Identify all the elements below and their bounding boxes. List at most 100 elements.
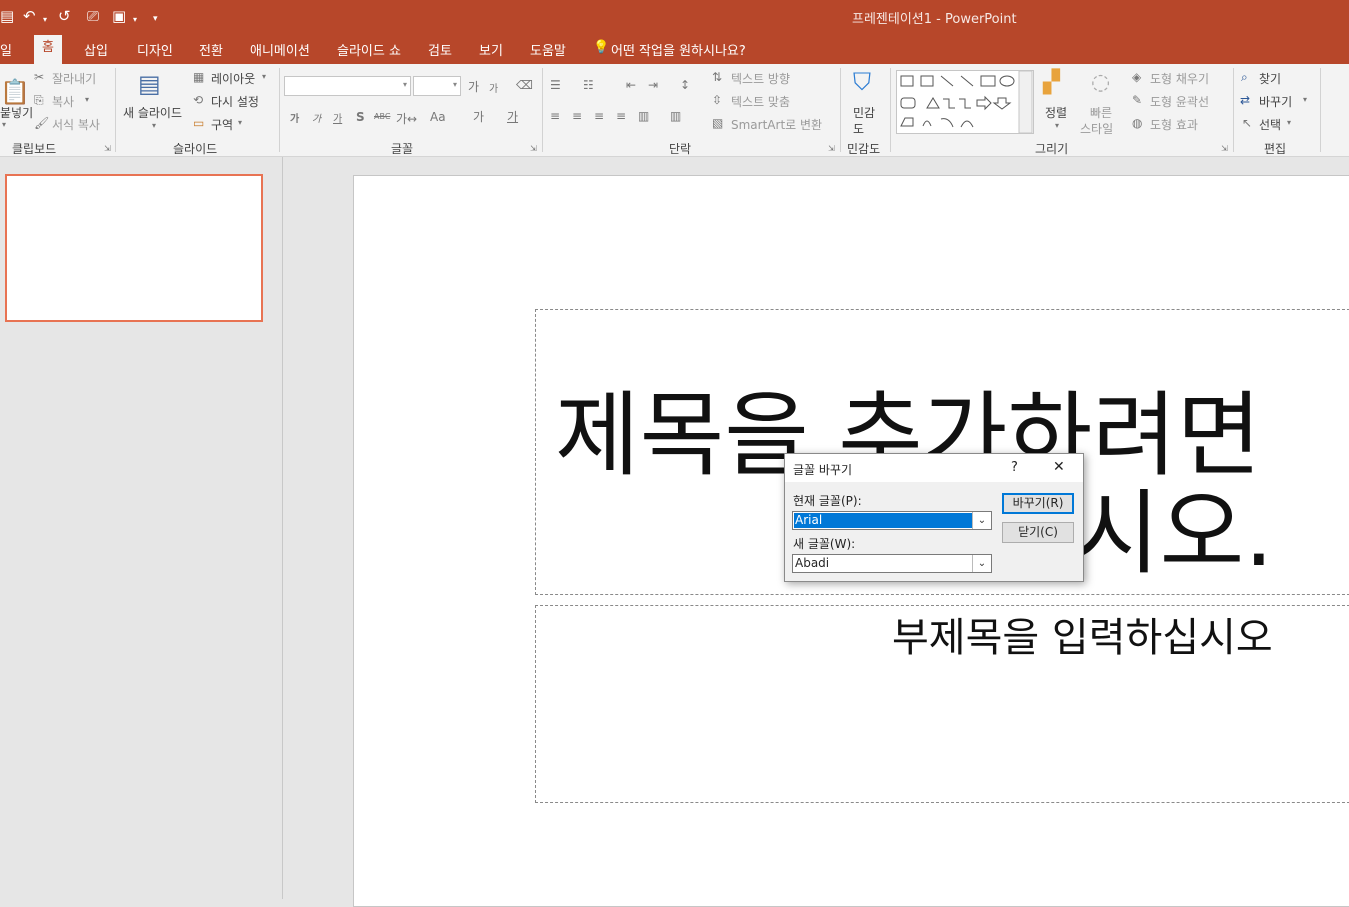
strikethrough-icon[interactable]: ABC — [374, 112, 390, 121]
select-dropdown-icon[interactable]: ▾ — [1287, 118, 1291, 127]
editing-group-label: 편집 — [1264, 142, 1287, 156]
chevron-down-icon[interactable]: ⌄ — [972, 555, 991, 572]
shrink-font-icon[interactable]: 가 — [489, 80, 498, 95]
shapes-gallery[interactable] — [896, 70, 1034, 134]
chevron-down-icon: ▾ — [452, 80, 457, 89]
italic-icon[interactable]: 가 — [312, 110, 321, 125]
sensitivity-label-2[interactable]: 도 — [853, 120, 864, 137]
align-right-icon[interactable]: ≡ — [594, 109, 604, 123]
drawing-launcher-icon[interactable]: ⇲ — [1221, 144, 1228, 153]
arrange-dropdown-icon[interactable]: ▾ — [1055, 121, 1059, 130]
align-center-icon[interactable]: ≡ — [572, 109, 582, 123]
help-icon[interactable]: ? — [1011, 460, 1018, 475]
new-slide-icon[interactable]: ▤ — [138, 70, 161, 98]
undo-icon[interactable]: ↶ — [23, 8, 36, 24]
font-color-icon[interactable]: 가 — [507, 108, 518, 125]
close-button[interactable]: 닫기(C) — [1002, 522, 1074, 543]
highlight-icon[interactable]: 가 — [473, 108, 484, 125]
char-spacing-icon[interactable]: 가↔ — [396, 110, 417, 127]
increase-indent-icon[interactable]: ⇥ — [648, 78, 658, 92]
tab-slideshow[interactable]: 슬라이드 쇼 — [337, 40, 401, 59]
grow-font-icon[interactable]: 가 — [468, 78, 479, 95]
replace-button[interactable]: 바꾸기(R) — [1002, 493, 1074, 514]
justify-icon[interactable]: ≡ — [616, 109, 626, 123]
new-slide-button[interactable]: 새 슬라이드 — [123, 104, 182, 121]
close-icon[interactable]: ✕ — [1053, 459, 1065, 475]
paste-button[interactable]: 붙넣기 — [0, 104, 33, 121]
paragraph-group-label: 단락 — [669, 142, 692, 156]
customize-qat-icon[interactable]: ▾ — [153, 11, 158, 27]
distributed-icon[interactable]: ▥ — [638, 109, 649, 123]
layout-dropdown-icon[interactable]: ▾ — [133, 12, 137, 28]
cut-button[interactable]: 잘라내기 — [52, 70, 96, 87]
change-case-icon[interactable]: Aa — [430, 110, 446, 124]
font-group-label: 글꼴 — [391, 142, 414, 156]
reset-button[interactable]: 다시 설정 — [211, 93, 259, 110]
tab-insert[interactable]: 삽입 — [84, 40, 108, 59]
layout-button[interactable]: 레이아웃 — [211, 70, 255, 87]
tab-home[interactable]: 홈 — [34, 35, 62, 64]
present-icon[interactable]: ⎚ — [87, 8, 99, 24]
columns-icon[interactable]: ▥ — [670, 109, 681, 123]
undo-dropdown-icon[interactable]: ▾ — [43, 12, 47, 28]
current-font-value: Arial — [794, 513, 973, 528]
replace-button[interactable]: 바꾸기 — [1259, 93, 1292, 110]
quick-styles-label-1[interactable]: 빠른 — [1090, 104, 1112, 121]
bold-icon[interactable]: 가 — [290, 110, 299, 125]
tab-design[interactable]: 디자인 — [137, 40, 173, 59]
copy-button[interactable]: 복사 — [52, 93, 74, 110]
layout-icon[interactable]: ▣ — [112, 8, 126, 24]
shape-fill-button[interactable]: 도형 채우기 — [1150, 70, 1209, 87]
shadow-icon[interactable]: S — [356, 110, 365, 124]
arrange-icon[interactable]: ▞ — [1043, 70, 1060, 95]
clear-format-icon[interactable]: ⌫ — [516, 78, 533, 92]
paste-dropdown-icon[interactable]: ▾ — [2, 120, 6, 129]
tab-animations[interactable]: 애니메이션 — [250, 40, 310, 59]
new-font-select[interactable]: Abadi ⌄ — [792, 554, 992, 573]
shape-effects-button[interactable]: 도형 효과 — [1150, 116, 1198, 133]
tab-view[interactable]: 보기 — [479, 40, 503, 59]
select-button[interactable]: 선택 — [1259, 116, 1281, 133]
font-launcher-icon[interactable]: ⇲ — [530, 144, 537, 153]
numbering-icon[interactable]: ☷ — [583, 78, 594, 92]
align-text-button[interactable]: 텍스트 맞춤 — [731, 93, 790, 110]
quick-styles-icon[interactable]: ◌ — [1091, 70, 1110, 95]
underline-icon[interactable]: 가 — [333, 110, 342, 125]
tab-help[interactable]: 도움말 — [530, 40, 566, 59]
tab-file[interactable]: 일 — [0, 40, 12, 59]
sensitivity-icon[interactable]: ⛉ — [853, 68, 871, 96]
text-direction-button[interactable]: 텍스트 방향 — [731, 70, 790, 87]
line-spacing-icon[interactable]: ↕ — [680, 78, 690, 92]
clipboard-launcher-icon[interactable]: ⇲ — [104, 144, 111, 153]
align-left-icon[interactable]: ≡ — [550, 109, 560, 123]
decrease-indent-icon[interactable]: ⇤ — [626, 78, 636, 92]
slide-thumbnail[interactable] — [5, 174, 263, 322]
shape-outline-button[interactable]: 도형 윤곽선 — [1150, 93, 1209, 110]
chevron-down-icon[interactable]: ⌄ — [972, 512, 991, 529]
current-font-select[interactable]: Arial ⌄ — [792, 511, 992, 530]
smartart-button[interactable]: SmartArt로 변환 — [731, 116, 822, 133]
new-slide-dropdown-icon[interactable]: ▾ — [152, 121, 156, 130]
font-size-combo[interactable]: ▾ — [413, 76, 461, 96]
section-button[interactable]: 구역 — [211, 116, 233, 133]
format-painter-button[interactable]: 서식 복사 — [52, 116, 100, 133]
tell-me-box[interactable]: 어떤 작업을 원하시나요? — [611, 40, 746, 59]
copy-dropdown-icon[interactable]: ▾ — [85, 95, 89, 104]
save-icon[interactable]: ▤ — [0, 8, 14, 24]
tab-transitions[interactable]: 전환 — [199, 40, 223, 59]
paste-icon[interactable]: 📋 — [0, 78, 30, 106]
replace-dropdown-icon[interactable]: ▾ — [1303, 95, 1307, 104]
arrange-button[interactable]: 정렬 — [1045, 104, 1067, 121]
layout-dropdown-icon[interactable]: ▾ — [262, 72, 266, 81]
current-font-label: 현재 글꼴(P): — [793, 494, 862, 508]
section-dropdown-icon[interactable]: ▾ — [238, 118, 242, 127]
tab-review[interactable]: 검토 — [428, 40, 452, 59]
sensitivity-label-1[interactable]: 민감 — [853, 104, 875, 121]
redo-icon[interactable]: ↺ — [58, 8, 71, 24]
find-button[interactable]: 찾기 — [1259, 70, 1281, 87]
bullets-icon[interactable]: ☰ — [550, 78, 561, 92]
paragraph-launcher-icon[interactable]: ⇲ — [828, 144, 835, 153]
smartart-icon: ▧ — [712, 116, 724, 130]
font-name-combo[interactable]: ▾ — [284, 76, 411, 96]
quick-styles-label-2[interactable]: 스타일 — [1080, 120, 1113, 137]
